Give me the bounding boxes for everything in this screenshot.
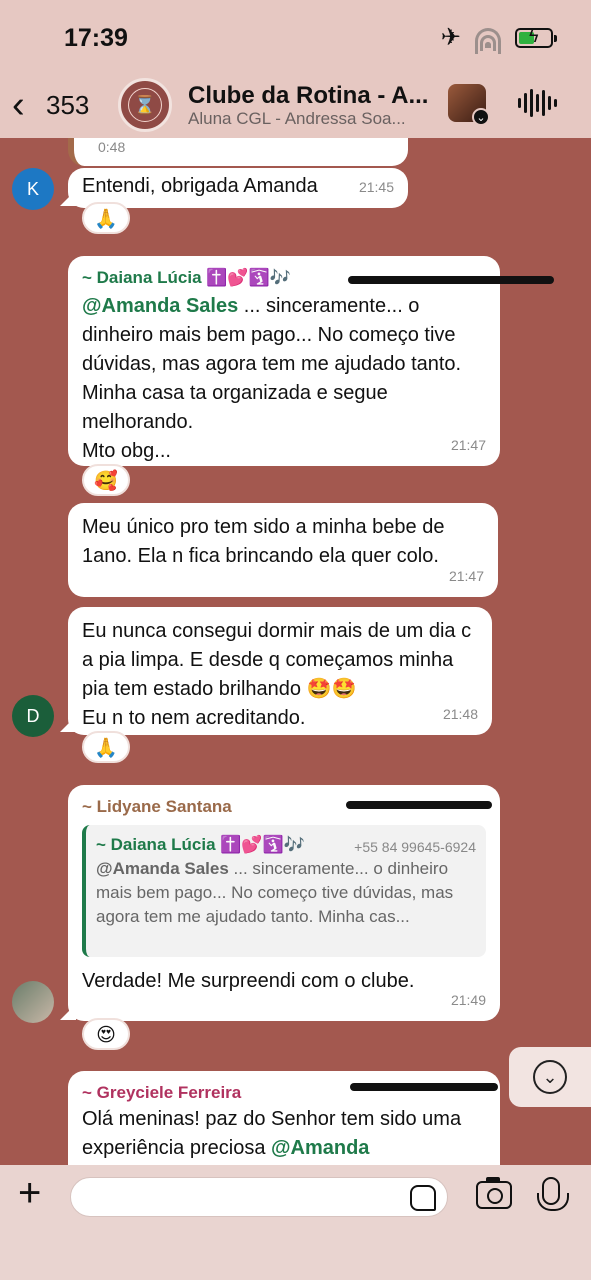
battery-icon: ϟ [515,27,557,48]
scroll-to-bottom-button[interactable]: ⌄ [509,1047,591,1107]
message-text: Eu nunca consegui dormir mais de um dia … [82,620,472,700]
camera-icon[interactable] [476,1177,512,1209]
message-time: 21:47 [450,437,486,453]
airplane-icon: ✈ [440,24,461,51]
hourglass-icon: ⌛ [133,94,157,115]
chevron-left-icon[interactable]: ‹ [12,86,25,124]
sticker-icon[interactable] [410,1185,436,1211]
redacted-phone [348,276,554,284]
wifi-icon [475,28,501,54]
mention[interactable]: @Amanda [271,1137,369,1159]
quote-mention: @Amanda Sales [96,859,229,878]
reaction[interactable]: 🥰 [82,464,130,496]
message-list[interactable]: 0:48 K Entendi, obrigada Amanda 21:45 🙏 … [0,138,591,1165]
waveform-icon[interactable] [518,88,557,118]
message-text: Verdade! Me surpreendi com o clube. [82,970,415,992]
message-time: 21:47 [448,568,484,584]
header-thumbnail[interactable]: ⌄ [448,84,490,126]
plus-icon[interactable]: + [18,1173,41,1213]
message-time: 21:49 [450,992,486,1008]
message-text-line2: Eu n to nem acreditando. [82,707,306,729]
redacted-phone [346,801,492,809]
redacted-phone [350,1083,498,1091]
message-text: Entendi, obrigada Amanda [82,175,318,197]
message-input[interactable] [70,1177,448,1217]
message-bubble-partial[interactable]: 0:48 [68,138,408,166]
avatar[interactable]: D [12,695,54,737]
voice-duration: 0:48 [98,139,126,155]
message-bubble[interactable]: Eu nunca consegui dormir mais de um dia … [68,607,492,735]
composer: + [0,1165,591,1280]
microphone-icon[interactable] [537,1177,569,1211]
back-count[interactable]: 353 [46,90,89,121]
chat-header: 17:39 ✈ ϟ ‹ 353 ⌛ Clube da Rotina - A...… [0,0,591,138]
avatar[interactable]: K [12,168,54,210]
message-bubble[interactable]: Meu único pro tem sido a minha bebe de 1… [68,503,498,597]
quote-phone: +55 84 99645-6924 [354,839,476,855]
status-icons: ✈ ϟ [440,24,557,54]
message-text-line2: Mto obg... [82,440,171,462]
status-time: 17:39 [64,24,128,52]
chevron-down-icon: ⌄ [533,1060,567,1094]
chevron-down-icon: ⌄ [472,108,490,126]
message-time: 21:48 [442,706,478,722]
mention[interactable]: @Amanda Sales [82,295,238,317]
message-bubble[interactable]: ~ Daiana Lúcia ✝️💕🛐🎶 @Amanda Sales ... s… [68,256,554,466]
reaction[interactable]: 🙏 [82,731,130,763]
group-avatar[interactable]: ⌛ [118,78,172,132]
message-text: Meu único pro tem sido a minha bebe de 1… [82,516,445,567]
reaction[interactable]: 🙏 [82,202,130,234]
avatar[interactable] [12,981,54,1023]
group-title[interactable]: Clube da Rotina - A... [188,82,428,110]
quoted-message[interactable]: ~ Daiana Lúcia ✝️💕🛐🎶 +55 84 99645-6924 @… [82,825,486,957]
group-subtitle[interactable]: Aluna CGL - Andressa Soa... [188,109,406,129]
message-bubble[interactable]: ~ Greyciele Ferreira Olá meninas! paz do… [68,1071,500,1165]
message-time: 21:45 [358,179,394,195]
reaction[interactable]: 😍 [82,1018,130,1050]
message-bubble[interactable]: ~ Lidyane Santana ~ Daiana Lúcia ✝️💕🛐🎶 +… [68,785,500,1021]
